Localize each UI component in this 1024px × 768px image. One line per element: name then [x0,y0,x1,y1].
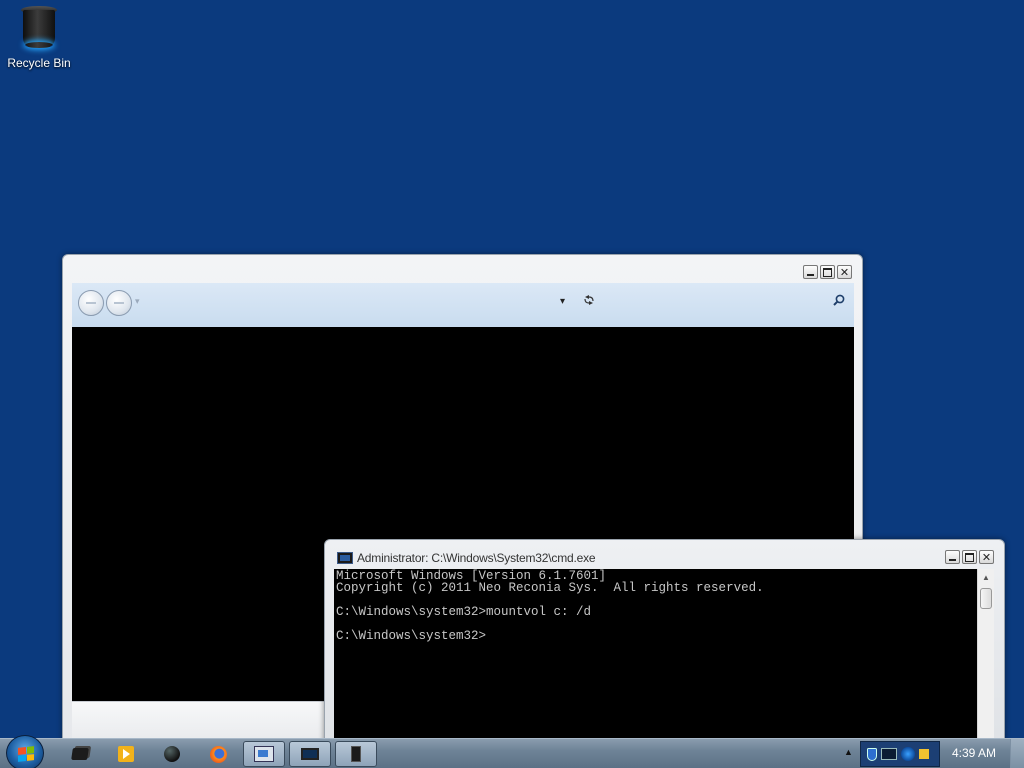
shield-icon[interactable] [867,747,877,761]
firefox-icon [209,745,227,763]
back-button[interactable] [78,290,104,316]
computer-tower-icon [351,746,361,762]
minimize-button[interactable] [803,265,818,279]
taskbar-button-control-panel[interactable] [243,741,285,767]
cmd-window-title: Administrator: C:\Windows\System32\cmd.e… [357,551,596,565]
cmd-titlebar[interactable]: Administrator: C:\Windows\System32\cmd.e… [325,540,1004,568]
cmd-window: Administrator: C:\Windows\System32\cmd.e… [324,539,1005,750]
show-desktop-button[interactable] [1010,739,1024,768]
caption-buttons: ✕ [803,265,852,279]
recent-pages-dropdown[interactable]: ▾ [135,296,140,307]
cmd-console[interactable]: Microsoft Windows [Version 6.1.7601] Cop… [334,569,977,750]
taskbar-button-monitor[interactable] [289,741,331,767]
taskbar-button-firefox[interactable] [197,741,239,767]
close-button[interactable]: ✕ [837,265,852,279]
taskbar: ▲ 4:39 AM [0,735,1024,768]
show-hidden-icons-button[interactable]: ▲ [844,747,853,757]
monitor-icon [301,748,319,760]
scroll-up-button[interactable]: ▲ [982,573,990,582]
desktop-icon-recycle-bin[interactable]: Recycle Bin [4,4,74,76]
taskbar-clock[interactable]: 4:39 AM [944,746,1004,760]
cmd-app-icon[interactable] [337,552,353,564]
recycle-bin-icon [21,6,57,50]
console-line: C:\Windows\system32>mountvol c: /d [336,605,592,619]
desktop-icon-label: Recycle Bin [7,56,71,70]
network-icon[interactable] [901,747,915,761]
refresh-icon[interactable] [582,293,596,307]
cmd-minimize-button[interactable] [945,550,960,564]
cmd-caption-buttons: ✕ [945,550,994,564]
maximize-button[interactable] [820,265,835,279]
cmd-scrollbar[interactable]: ▲ [977,569,994,750]
cmd-maximize-button[interactable] [962,550,977,564]
taskbar-button-folder[interactable] [59,741,101,767]
ball-icon [164,746,180,762]
volume-icon[interactable] [919,749,929,759]
navigation-bar: ▾ ▾ [72,283,854,327]
forward-button[interactable] [106,290,132,316]
folder-icon [71,748,89,760]
taskbar-button-cmd[interactable] [335,741,377,767]
taskbar-button-media-player[interactable] [105,741,147,767]
control-panel-icon [254,746,274,762]
start-button[interactable] [6,735,44,768]
screen-icon[interactable] [881,748,897,760]
search-icon[interactable] [832,293,846,307]
cmd-close-button[interactable]: ✕ [979,550,994,564]
media-player-icon [118,746,134,762]
console-line: Copyright (c) 2011 Neo Reconia Sys. All … [336,581,764,595]
address-dropdown-icon[interactable]: ▾ [560,296,565,307]
windows-logo-icon [18,746,34,762]
console-prompt-line: C:\Windows\system32> [336,629,487,643]
taskbar-button-ball[interactable] [151,741,193,767]
scroll-thumb[interactable] [980,588,992,609]
system-tray [860,741,940,767]
